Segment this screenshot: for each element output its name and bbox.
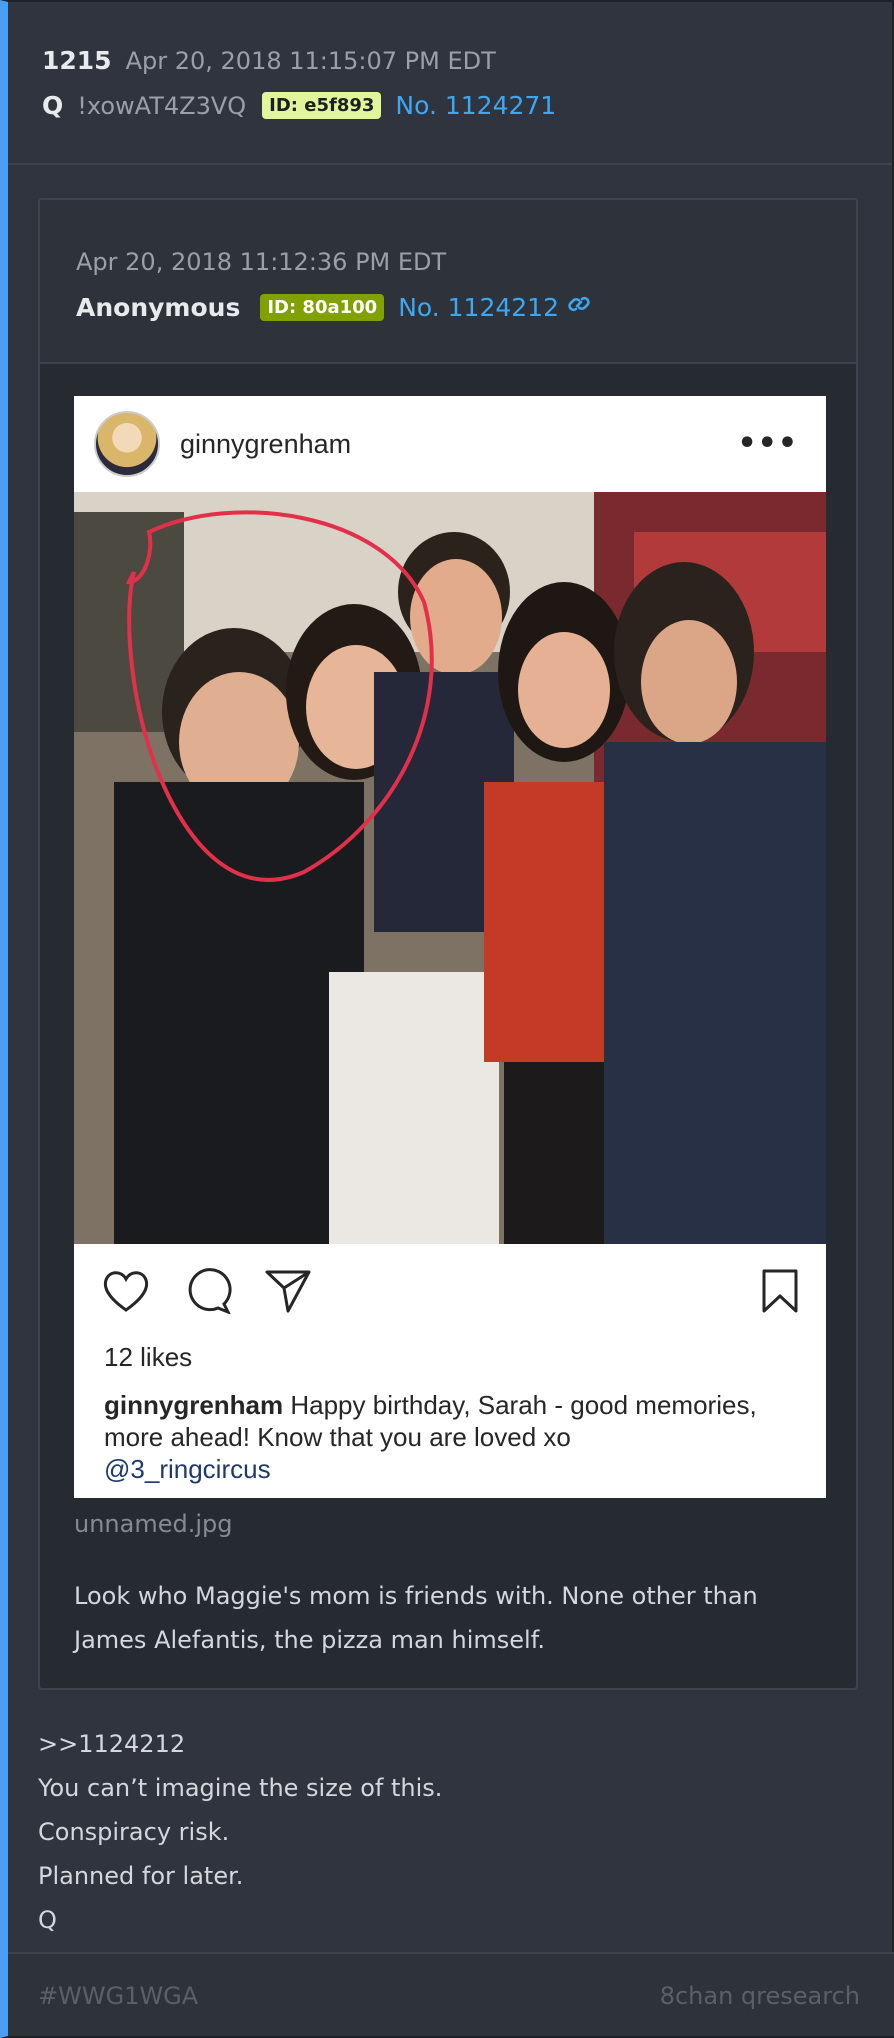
post-count: 1215 bbox=[42, 46, 112, 75]
instagram-header: ginnygrenham ••• bbox=[74, 396, 826, 492]
attachment-filename[interactable]: unnamed.jpg bbox=[74, 1510, 232, 1538]
post-number-link[interactable]: No. 1124271 bbox=[395, 91, 556, 120]
post-line: Planned for later. bbox=[38, 1862, 244, 1890]
instagram-username: ginnygrenham bbox=[180, 428, 352, 459]
instagram-action-bar bbox=[74, 1244, 826, 1342]
comment-icon[interactable] bbox=[184, 1268, 232, 1318]
bookmark-icon[interactable] bbox=[760, 1268, 800, 1318]
post-line: Conspiracy risk. bbox=[38, 1818, 230, 1846]
reply-reference[interactable]: >>1124212 bbox=[38, 1722, 442, 1766]
post-timestamp: Apr 20, 2018 11:15:07 PM EDT bbox=[125, 46, 496, 75]
more-options-icon: ••• bbox=[737, 426, 798, 461]
post-line: You can’t imagine the size of this. bbox=[38, 1774, 443, 1802]
likes-count: 12 likes bbox=[104, 1342, 193, 1372]
instagram-screenshot-image[interactable]: ginnygrenham ••• 12 likes ginnygrenham H… bbox=[74, 396, 826, 1498]
link-icon[interactable] bbox=[567, 292, 591, 323]
quoted-id-badge: ID: 80a100 bbox=[260, 294, 385, 321]
quoted-post-text: Look who Maggie's mom is friends with. N… bbox=[74, 1582, 758, 1654]
post-card: 1215 Apr 20, 2018 11:15:07 PM EDT Q !xow… bbox=[0, 0, 894, 2038]
hashtag: #WWG1WGA bbox=[38, 1982, 199, 2010]
heart-icon[interactable] bbox=[102, 1268, 150, 1318]
post-footer: #WWG1WGA 8chan qresearch bbox=[8, 1952, 894, 2036]
poster-id-badge: ID: e5f893 bbox=[262, 92, 382, 119]
quoted-post-number-link[interactable]: No. 1124212 bbox=[398, 293, 559, 322]
quoted-post: Apr 20, 2018 11:12:36 PM EDT Anonymous I… bbox=[38, 198, 858, 1690]
post-header: 1215 Apr 20, 2018 11:15:07 PM EDT Q !xow… bbox=[8, 2, 892, 165]
group-photo bbox=[74, 492, 826, 1244]
caption-mention: @3_ringcircus bbox=[104, 1454, 271, 1484]
quoted-author: Anonymous bbox=[76, 293, 241, 322]
quoted-timestamp: Apr 20, 2018 11:12:36 PM EDT bbox=[76, 248, 447, 276]
post-body: >>1124212 You can’t imagine the size of … bbox=[38, 1722, 442, 1942]
tripcode: !xowAT4Z3VQ bbox=[77, 91, 247, 120]
caption-username: ginnygrenham bbox=[104, 1390, 284, 1420]
share-icon[interactable] bbox=[264, 1268, 312, 1318]
board-source: 8chan qresearch bbox=[659, 1982, 860, 2010]
avatar bbox=[94, 411, 160, 477]
post-author: Q bbox=[42, 91, 64, 120]
post-signature: Q bbox=[38, 1906, 57, 1934]
instagram-caption: ginnygrenham Happy birthday, Sarah - goo… bbox=[74, 1373, 826, 1485]
quoted-post-header: Apr 20, 2018 11:12:36 PM EDT Anonymous I… bbox=[40, 200, 856, 364]
